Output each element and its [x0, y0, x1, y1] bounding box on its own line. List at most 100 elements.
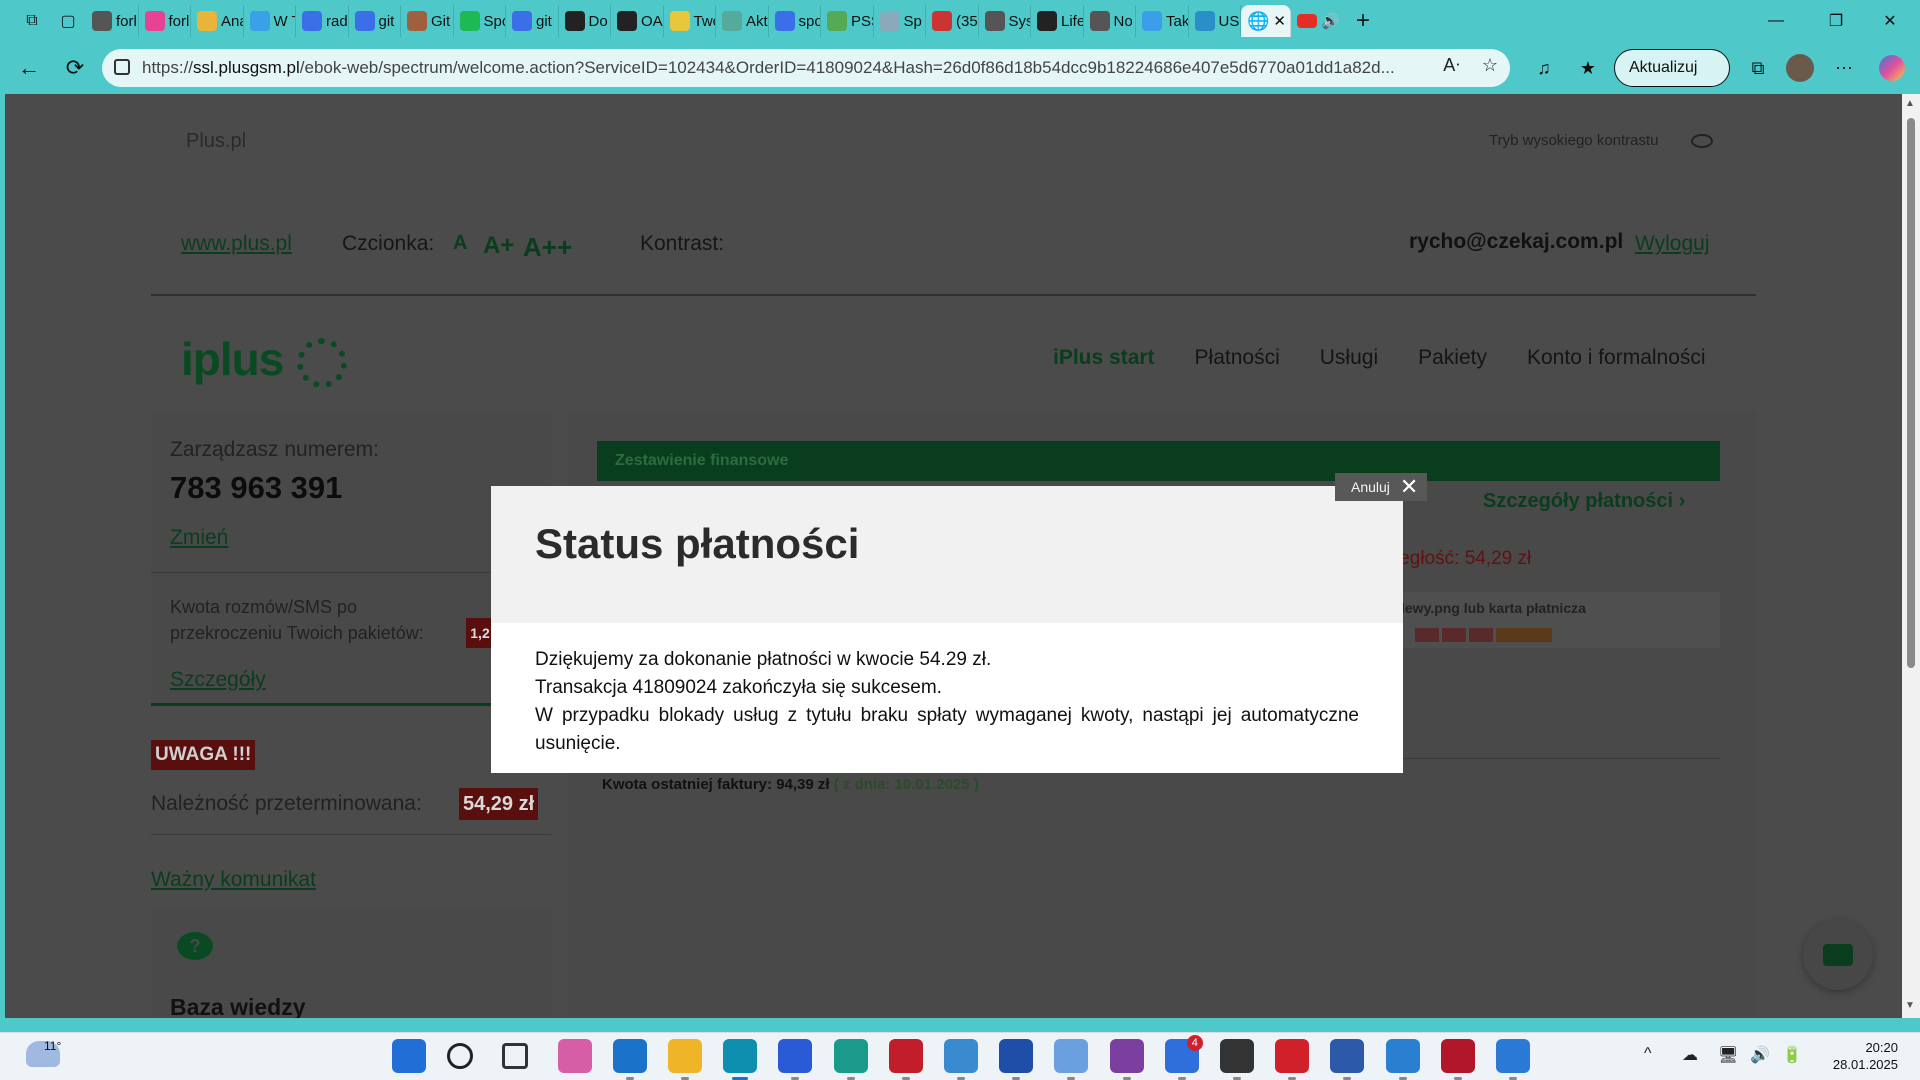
back-button[interactable]: ← [6, 48, 52, 88]
browser-tab[interactable]: Akt [716, 5, 769, 37]
outlook-icon[interactable] [612, 1039, 647, 1073]
cancel-button[interactable]: Anuluj ✕ [1335, 473, 1427, 501]
remote-desktop-icon[interactable] [944, 1039, 978, 1073]
app-icon[interactable] [1054, 1039, 1089, 1073]
reload-button[interactable]: ⟳ [52, 48, 98, 88]
font-size-large[interactable]: A+ [483, 232, 514, 260]
search-icon[interactable] [447, 1043, 474, 1069]
clock[interactable]: 20:20 28.01.2025 [1818, 1039, 1898, 1073]
github-desktop-icon[interactable] [1109, 1039, 1144, 1073]
close-window-button[interactable]: ✕ [1860, 0, 1920, 42]
terminal-icon[interactable] [1220, 1039, 1254, 1073]
browser-tab[interactable]: forl [86, 5, 139, 37]
browser-tab[interactable]: Ana [191, 5, 244, 37]
favorites-icon[interactable]: ★ [1570, 50, 1606, 86]
tab-label: W T [273, 12, 296, 30]
nav-account[interactable]: Konto i formalności [1527, 346, 1706, 370]
file-explorer-icon[interactable] [668, 1039, 702, 1073]
edge-icon[interactable] [723, 1039, 758, 1073]
favorite-star-icon[interactable]: ☆ [1482, 55, 1498, 76]
scroll-down-icon[interactable]: ▼ [1905, 1000, 1915, 1011]
save-icon[interactable] [999, 1039, 1034, 1073]
browser-tab[interactable]: Tak [1136, 5, 1189, 37]
browser-tab[interactable]: Spo [454, 5, 506, 37]
vscode-like-icon[interactable] [833, 1039, 868, 1073]
browser-tab[interactable]: spo [769, 5, 821, 37]
browser-tab[interactable]: git [349, 5, 401, 37]
notepad-icon[interactable] [1496, 1039, 1530, 1073]
maps-icon[interactable] [1385, 1039, 1420, 1073]
profile-avatar[interactable] [1782, 50, 1818, 86]
menu-icon[interactable]: ⋯ [1826, 50, 1862, 86]
brand-logo[interactable]: iplus [181, 332, 284, 386]
browser-tab[interactable]: Two [664, 5, 716, 37]
battery-icon[interactable]: 🔋 [1782, 1045, 1802, 1065]
nav-services[interactable]: Usługi [1320, 346, 1378, 370]
update-button[interactable]: Aktualizuj [1614, 49, 1730, 87]
network-app-icon[interactable] [1330, 1039, 1365, 1073]
new-tab-button[interactable]: + [1345, 5, 1381, 37]
browser-tab[interactable]: OA [611, 5, 664, 37]
page-scrollbar[interactable]: ▲ ▼ [1902, 94, 1920, 1018]
browser-tab[interactable]: rad [296, 5, 349, 37]
scroll-up-icon[interactable]: ▲ [1905, 98, 1915, 109]
browser-tab[interactable]: git [506, 5, 559, 37]
browser-tab[interactable]: Sp [874, 5, 926, 37]
scroll-thumb[interactable] [1907, 118, 1915, 668]
workspaces-icon[interactable]: ⧉ [14, 5, 50, 37]
close-tab-icon[interactable]: ✕ [1273, 12, 1286, 30]
nav-payments[interactable]: Płatności [1195, 346, 1280, 370]
www-link[interactable]: www.plus.pl [181, 232, 292, 256]
font-label: Czcionka: [342, 232, 435, 255]
task-view-icon[interactable] [502, 1043, 529, 1069]
browser-tab[interactable]: (35 [926, 5, 979, 37]
calculator-icon[interactable] [888, 1039, 923, 1073]
opera-icon[interactable] [1275, 1039, 1310, 1073]
url-field[interactable]: https://ssl.plusgsm.pl/ebok-web/spectrum… [102, 49, 1510, 87]
nav-packages[interactable]: Pakiety [1418, 346, 1487, 370]
browser-tab[interactable]: Git [401, 5, 454, 37]
change-number-link[interactable]: Zmień [170, 526, 228, 550]
extensions-icon[interactable]: ⧉ [1740, 50, 1776, 86]
details-link[interactable]: Szczegóły [170, 668, 266, 692]
network-icon[interactable]: 🖥 [1718, 1045, 1738, 1065]
font-size-normal[interactable]: A [453, 232, 467, 255]
logout-link[interactable]: Wyloguj [1635, 232, 1710, 256]
knowledge-base-title[interactable]: Baza wiedzy [170, 994, 306, 1018]
eye-icon[interactable] [1691, 134, 1713, 148]
browser-tab[interactable]: forl [139, 5, 191, 37]
clock-time: 20:20 [1865, 1040, 1898, 1055]
browser-tab[interactable]: W T [244, 5, 296, 37]
tab-active[interactable]: 🌐 ✕ [1241, 5, 1291, 37]
tab-actions-icon[interactable]: ▢ [50, 5, 86, 37]
tab-favicon-icon [459, 11, 480, 31]
font-size-xlarge[interactable]: A++ [523, 232, 572, 263]
start-icon[interactable] [392, 1039, 426, 1073]
copilot-app-icon[interactable] [557, 1039, 592, 1073]
dashlane-icon[interactable] [1440, 1039, 1475, 1073]
show-hidden-icons[interactable]: ^ [1644, 1045, 1652, 1063]
important-message-link[interactable]: Ważny komunikat [151, 868, 316, 892]
close-icon: ✕ [1399, 474, 1419, 499]
onedrive-icon[interactable]: ☁ [1682, 1045, 1698, 1065]
nav-iplus-start[interactable]: iPlus start [1053, 346, 1155, 370]
volume-icon[interactable]: 🔊 [1750, 1045, 1770, 1065]
header-logo[interactable]: Plus.pl [186, 130, 246, 153]
copilot-icon[interactable] [1874, 50, 1910, 86]
high-contrast-toggle[interactable]: Tryb wysokiego kontrastu [1489, 132, 1659, 149]
tab-youtube[interactable]: 🔊 [1291, 5, 1345, 37]
store-icon[interactable] [778, 1039, 813, 1073]
payment-details-link[interactable]: Szczegóły płatności › [1483, 490, 1685, 513]
media-icon[interactable]: ♫ [1526, 50, 1562, 86]
browser-tab[interactable]: Do [559, 5, 611, 37]
youtube-icon [1297, 14, 1317, 28]
browser-tab[interactable]: No [1084, 5, 1136, 37]
browser-tab[interactable]: Life [1031, 5, 1084, 37]
chat-button[interactable] [1803, 920, 1873, 990]
read-aloud-icon[interactable]: Aᐧ [1443, 55, 1460, 76]
browser-tab[interactable]: PSS [821, 5, 874, 37]
browser-tab[interactable]: Sys [979, 5, 1031, 37]
restore-button[interactable]: ❐ [1806, 0, 1866, 42]
minimize-button[interactable]: — [1746, 0, 1806, 42]
browser-tab[interactable]: US [1189, 5, 1241, 37]
